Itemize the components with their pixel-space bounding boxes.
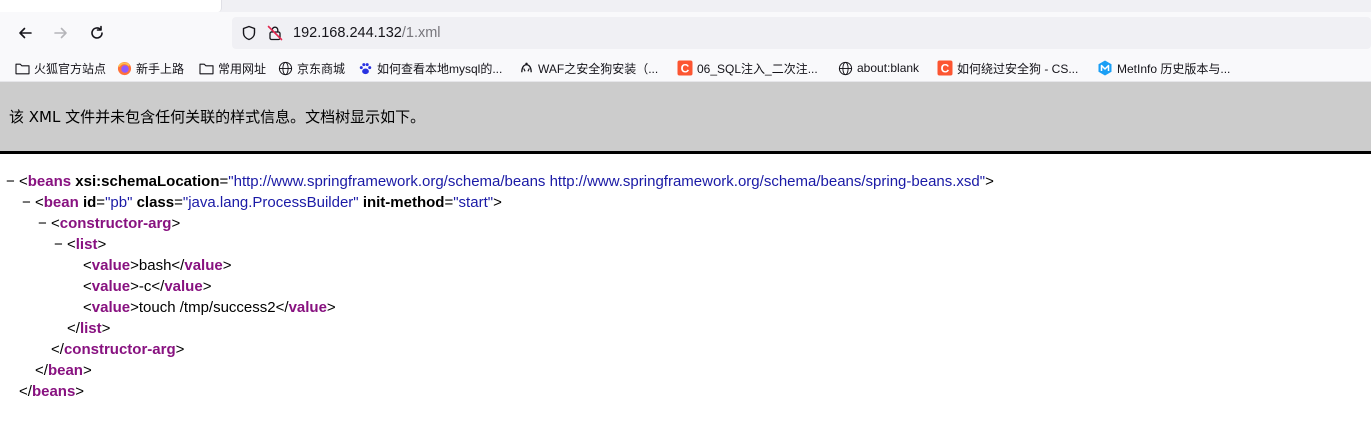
bookmark-label: 如何查看本地mysql的...	[377, 61, 503, 76]
xml-tag-name: bean	[47, 362, 83, 379]
xml-tag-name: value	[184, 257, 223, 274]
xml-tag-name: list	[75, 236, 98, 253]
xml-value-element: <value>touch /tmp/success2</value>	[83, 299, 336, 316]
xml-tag-name: value	[91, 278, 131, 295]
firefox-icon	[116, 60, 132, 76]
bookmark-label: 06_SQL注入_二次注...	[697, 61, 818, 76]
xml-bean-open: <bean id="pb" class="java.lang.ProcessBu…	[35, 194, 502, 211]
fold-toggle-constructor-arg[interactable]: −	[38, 214, 47, 235]
reload-icon	[91, 25, 103, 39]
csdn-icon: C	[677, 60, 693, 76]
xml-attr-name: init-method	[362, 194, 445, 211]
bookmark-label: WAF之安全狗安装（...	[538, 61, 659, 76]
tab-strip	[0, 0, 1371, 12]
bookmark-label: 新手上路	[136, 61, 185, 76]
xml-attr-value: "start"	[453, 194, 494, 211]
svg-text:C: C	[941, 61, 950, 75]
bookmark-item[interactable]: MetInfo 历史版本与...	[1097, 58, 1230, 78]
dog-icon	[518, 60, 534, 76]
xml-tag-name: constructor-arg	[59, 215, 172, 232]
xml-text-node: touch /tmp/success2	[138, 299, 276, 316]
navigation-bar: 192.168.244.132/1.xml	[0, 12, 1371, 54]
paw-icon	[357, 60, 373, 76]
url-text[interactable]: 192.168.244.132/1.xml	[293, 23, 441, 43]
xml-tag-name: list	[79, 320, 102, 337]
reload-button[interactable]	[84, 20, 110, 46]
xml-list-open: <list>	[67, 236, 107, 253]
bookmark-label: 京东商城	[297, 61, 346, 76]
xml-tag-name: beans	[27, 173, 72, 190]
xml-text-node: -c	[138, 278, 152, 295]
bookmark-item[interactable]: 常用网址	[198, 58, 266, 78]
globe-icon	[837, 60, 853, 76]
csdn-icon: C	[937, 60, 953, 76]
banner-divider	[0, 151, 1371, 154]
xml-info-banner: 该 XML 文件并未包含任何关联的样式信息。文档树显示如下。	[0, 82, 1371, 151]
address-bar[interactable]: 192.168.244.132/1.xml	[232, 17, 1371, 49]
insecure-lock-icon[interactable]	[267, 25, 283, 41]
xml-tag-name: constructor-arg	[63, 341, 176, 358]
xml-attr-value: "http://www.springframework.org/schema/b…	[228, 173, 986, 190]
xml-constructor-arg-open: <constructor-arg>	[51, 215, 181, 232]
bookmark-item[interactable]: C 06_SQL注入_二次注...	[677, 58, 818, 78]
xml-tag-name: beans	[31, 383, 76, 400]
xml-value-element: <value>-c</value>	[83, 278, 212, 295]
xml-value-element: <value>bash</value>	[83, 257, 232, 274]
xml-info-message: 该 XML 文件并未包含任何关联的样式信息。文档树显示如下。	[9, 108, 426, 126]
xml-attr-value: "java.lang.ProcessBuilder"	[182, 194, 359, 211]
xml-attr-name: xsi:schemaLocation	[75, 173, 220, 190]
xml-tag-name: value	[91, 299, 131, 316]
bookmark-item[interactable]: 如何查看本地mysql的...	[357, 58, 502, 78]
folder-icon	[14, 60, 30, 76]
xml-list-close: </list>	[67, 320, 111, 337]
globe-icon	[277, 60, 293, 76]
xml-bean-close: </bean>	[35, 362, 92, 379]
active-tab[interactable]	[0, 0, 222, 12]
xml-tag-name: value	[91, 257, 131, 274]
bookmark-item[interactable]: about:blank	[837, 58, 919, 78]
fold-toggle-bean[interactable]: −	[22, 193, 31, 214]
xml-beans-open: <beans xsi:schemaLocation="http://www.sp…	[19, 173, 994, 190]
folder-icon	[198, 60, 214, 76]
back-arrow-icon	[19, 27, 32, 39]
xml-tag-name: value	[288, 299, 327, 316]
url-path: /1.xml	[401, 25, 441, 41]
fold-toggle-beans[interactable]: −	[6, 172, 15, 193]
metinfo-icon	[1097, 60, 1113, 76]
xml-text-node: bash	[138, 257, 172, 274]
xml-constructor-arg-close: </constructor-arg>	[51, 341, 185, 358]
fold-toggle-list[interactable]: −	[54, 235, 63, 256]
bookmark-label: about:blank	[857, 61, 920, 75]
url-host: 192.168.244.132	[293, 25, 402, 41]
forward-button[interactable]	[48, 20, 74, 46]
forward-arrow-icon	[54, 27, 67, 39]
bookmark-label: 常用网址	[218, 61, 267, 76]
svg-text:C: C	[681, 61, 690, 75]
xml-tag-name: bean	[43, 194, 79, 211]
bookmark-label: 如何绕过安全狗 - CS...	[957, 61, 1079, 76]
bookmark-label: 火狐官方站点	[34, 61, 107, 76]
bookmark-item[interactable]: 京东商城	[277, 58, 345, 78]
xml-beans-close: </beans>	[19, 383, 85, 400]
bookmark-item[interactable]: C 如何绕过安全狗 - CS...	[937, 58, 1078, 78]
bookmark-item[interactable]: WAF之安全狗安装（...	[518, 58, 658, 78]
xml-tag-name: value	[164, 278, 203, 295]
bookmark-label: MetInfo 历史版本与...	[1117, 61, 1231, 76]
xml-attr-value: "pb"	[105, 194, 133, 211]
tracking-shield-icon[interactable]	[241, 25, 257, 41]
bookmarks-bar: 火狐官方站点 新手上路 常用网址 京东商城 如何查看本地mysql的... WA…	[0, 54, 1371, 82]
xml-attr-name: id	[82, 194, 97, 211]
bookmark-item[interactable]: 火狐官方站点	[14, 58, 106, 78]
back-button[interactable]	[12, 20, 38, 46]
bookmark-item[interactable]: 新手上路	[116, 58, 184, 78]
xml-attr-name: class	[136, 194, 175, 211]
